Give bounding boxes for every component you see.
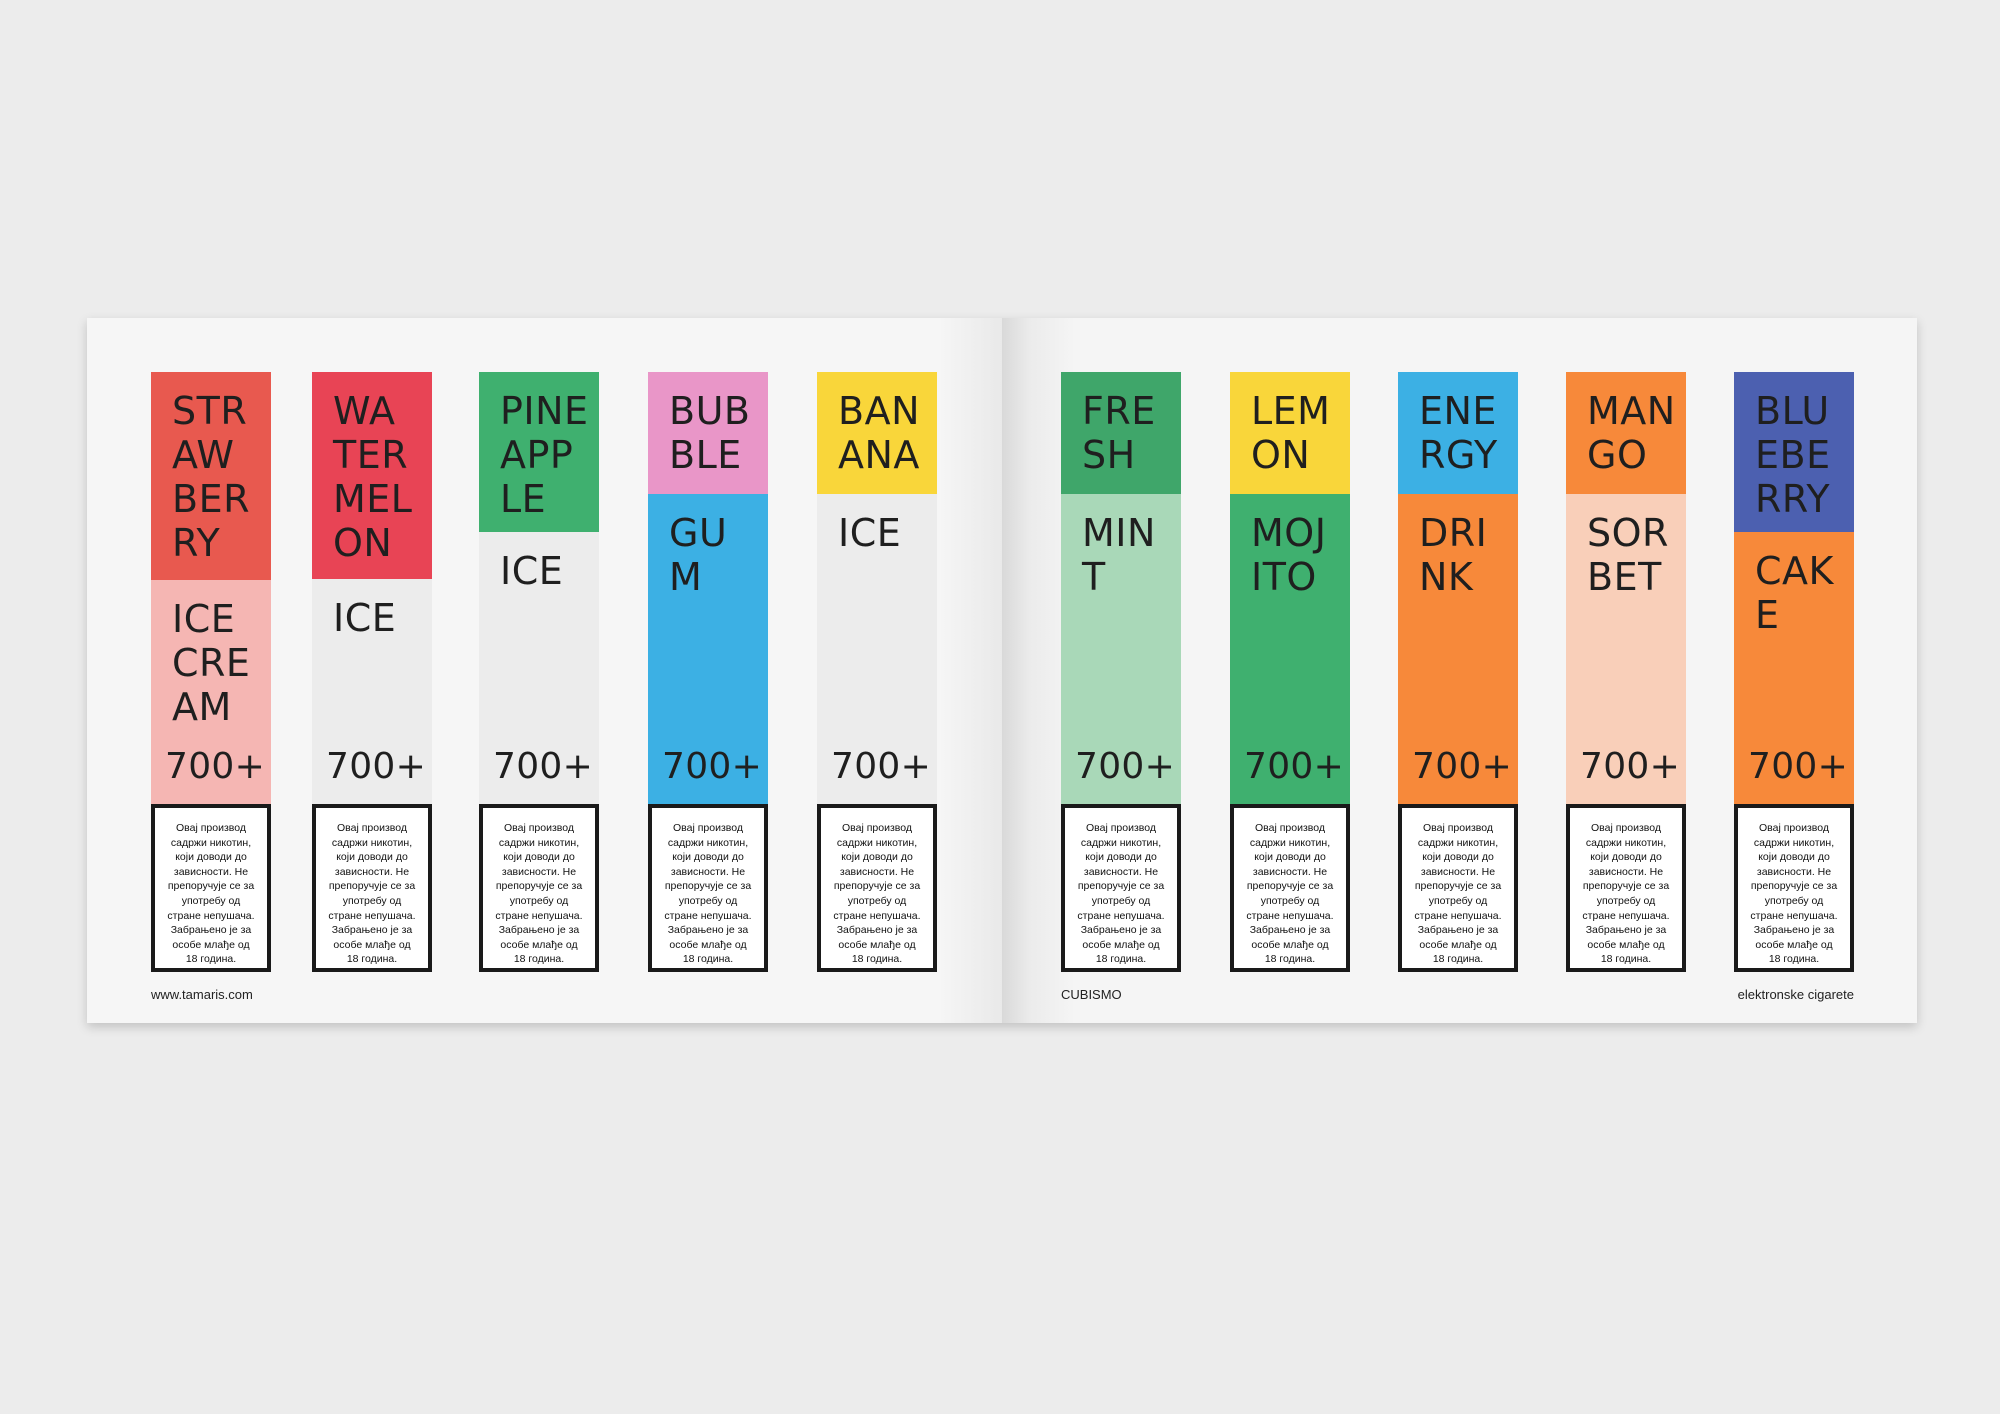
left-page: STR AW BER RY ICE CRE AM 700+ Овај произ… — [87, 318, 1002, 1023]
product-blueberry-cake: BLU EBE RRY CAK E 700+ Овај производ сад… — [1734, 372, 1854, 972]
flavor-top-block: MAN GO — [1566, 372, 1686, 494]
flavor-top-name: BUB BLE — [669, 389, 751, 477]
product-bubble-gum: BUB BLE GU M 700+ Овај производ садржи н… — [648, 372, 768, 972]
flavor-bottom-name: SOR BET — [1587, 511, 1669, 599]
health-warning: Овај производ садржи никотин, који довод… — [312, 804, 432, 972]
flavor-top-name: FRE SH — [1082, 389, 1156, 477]
flavor-top-name: BLU EBE RRY — [1755, 389, 1831, 521]
product-lemon-mojito: LEM ON MOJ ITO 700+ Овај производ садржи… — [1230, 372, 1350, 972]
product-strawberry-ice-cream: STR AW BER RY ICE CRE AM 700+ Овај произ… — [151, 372, 271, 972]
flavor-top-block: BLU EBE RRY — [1734, 372, 1854, 532]
product-fresh-mint: FRE SH MIN T 700+ Овај производ садржи н… — [1061, 372, 1181, 972]
brochure-spread: STR AW BER RY ICE CRE AM 700+ Овај произ… — [87, 318, 1917, 1023]
flavor-bottom-name: CAK E — [1755, 549, 1834, 637]
flavor-bottom-name: ICE — [333, 596, 397, 640]
flavor-top-block: LEM ON — [1230, 372, 1350, 494]
health-warning: Овај производ садржи никотин, који довод… — [151, 804, 271, 972]
puff-count: 700+ — [165, 746, 266, 787]
flavor-top-block: PINE APP LE — [479, 372, 599, 532]
product-energy-drink: ENE RGY DRI NK 700+ Овај производ садржи… — [1398, 372, 1518, 972]
right-page: FRE SH MIN T 700+ Овај производ садржи н… — [1002, 318, 1917, 1023]
flavor-top-block: WA TER MEL ON — [312, 372, 432, 579]
flavor-bottom-name: MOJ ITO — [1251, 511, 1327, 599]
flavor-bottom-name: MIN T — [1082, 511, 1156, 599]
puff-count: 700+ — [831, 746, 932, 787]
flavor-top-block: STR AW BER RY — [151, 372, 271, 580]
flavor-bottom-name: ICE CRE AM — [172, 597, 251, 729]
product-banana-ice: BAN ANA ICE 700+ Овај производ садржи ни… — [817, 372, 937, 972]
flavor-top-block: BAN ANA — [817, 372, 937, 494]
category-label: elektronske cigarete — [1737, 987, 1854, 1002]
product-watermelon-ice: WA TER MEL ON ICE 700+ Овај производ сад… — [312, 372, 432, 972]
flavor-top-name: LEM ON — [1251, 389, 1331, 477]
flavor-top-name: MAN GO — [1587, 389, 1676, 477]
health-warning: Овај производ садржи никотин, који довод… — [1566, 804, 1686, 972]
puff-count: 700+ — [493, 746, 594, 787]
health-warning: Овај производ садржи никотин, који довод… — [1061, 804, 1181, 972]
flavor-top-block: ENE RGY — [1398, 372, 1518, 494]
flavor-top-block: BUB BLE — [648, 372, 768, 494]
health-warning: Овај производ садржи никотин, који довод… — [479, 804, 599, 972]
flavor-bottom-name: DRI NK — [1419, 511, 1488, 599]
website-url: www.tamaris.com — [151, 987, 253, 1002]
flavor-top-name: BAN ANA — [838, 389, 920, 477]
health-warning: Овај производ садржи никотин, који довод… — [1734, 804, 1854, 972]
health-warning: Овај производ садржи никотин, који довод… — [1230, 804, 1350, 972]
flavor-top-name: PINE APP LE — [500, 389, 589, 521]
health-warning: Овај производ садржи никотин, који довод… — [1398, 804, 1518, 972]
flavor-bottom-name: ICE — [838, 511, 902, 555]
puff-count: 700+ — [1748, 746, 1849, 787]
product-pineapple-ice: PINE APP LE ICE 700+ Овај производ садрж… — [479, 372, 599, 972]
puff-count: 700+ — [1580, 746, 1681, 787]
flavor-top-name: WA TER MEL ON — [333, 389, 413, 565]
puff-count: 700+ — [1412, 746, 1513, 787]
health-warning: Овај производ садржи никотин, који довод… — [817, 804, 937, 972]
flavor-bottom-name: ICE — [500, 549, 564, 593]
product-mango-sorbet: MAN GO SOR BET 700+ Овај производ садржи… — [1566, 372, 1686, 972]
puff-count: 700+ — [1075, 746, 1176, 787]
health-warning: Овај производ садржи никотин, који довод… — [648, 804, 768, 972]
brand-name: CUBISMO — [1061, 987, 1122, 1002]
flavor-bottom-name: GU M — [669, 511, 728, 599]
flavor-top-block: FRE SH — [1061, 372, 1181, 494]
puff-count: 700+ — [1244, 746, 1345, 787]
puff-count: 700+ — [326, 746, 427, 787]
flavor-top-name: ENE RGY — [1419, 389, 1498, 477]
puff-count: 700+ — [662, 746, 763, 787]
flavor-top-name: STR AW BER RY — [172, 389, 250, 565]
